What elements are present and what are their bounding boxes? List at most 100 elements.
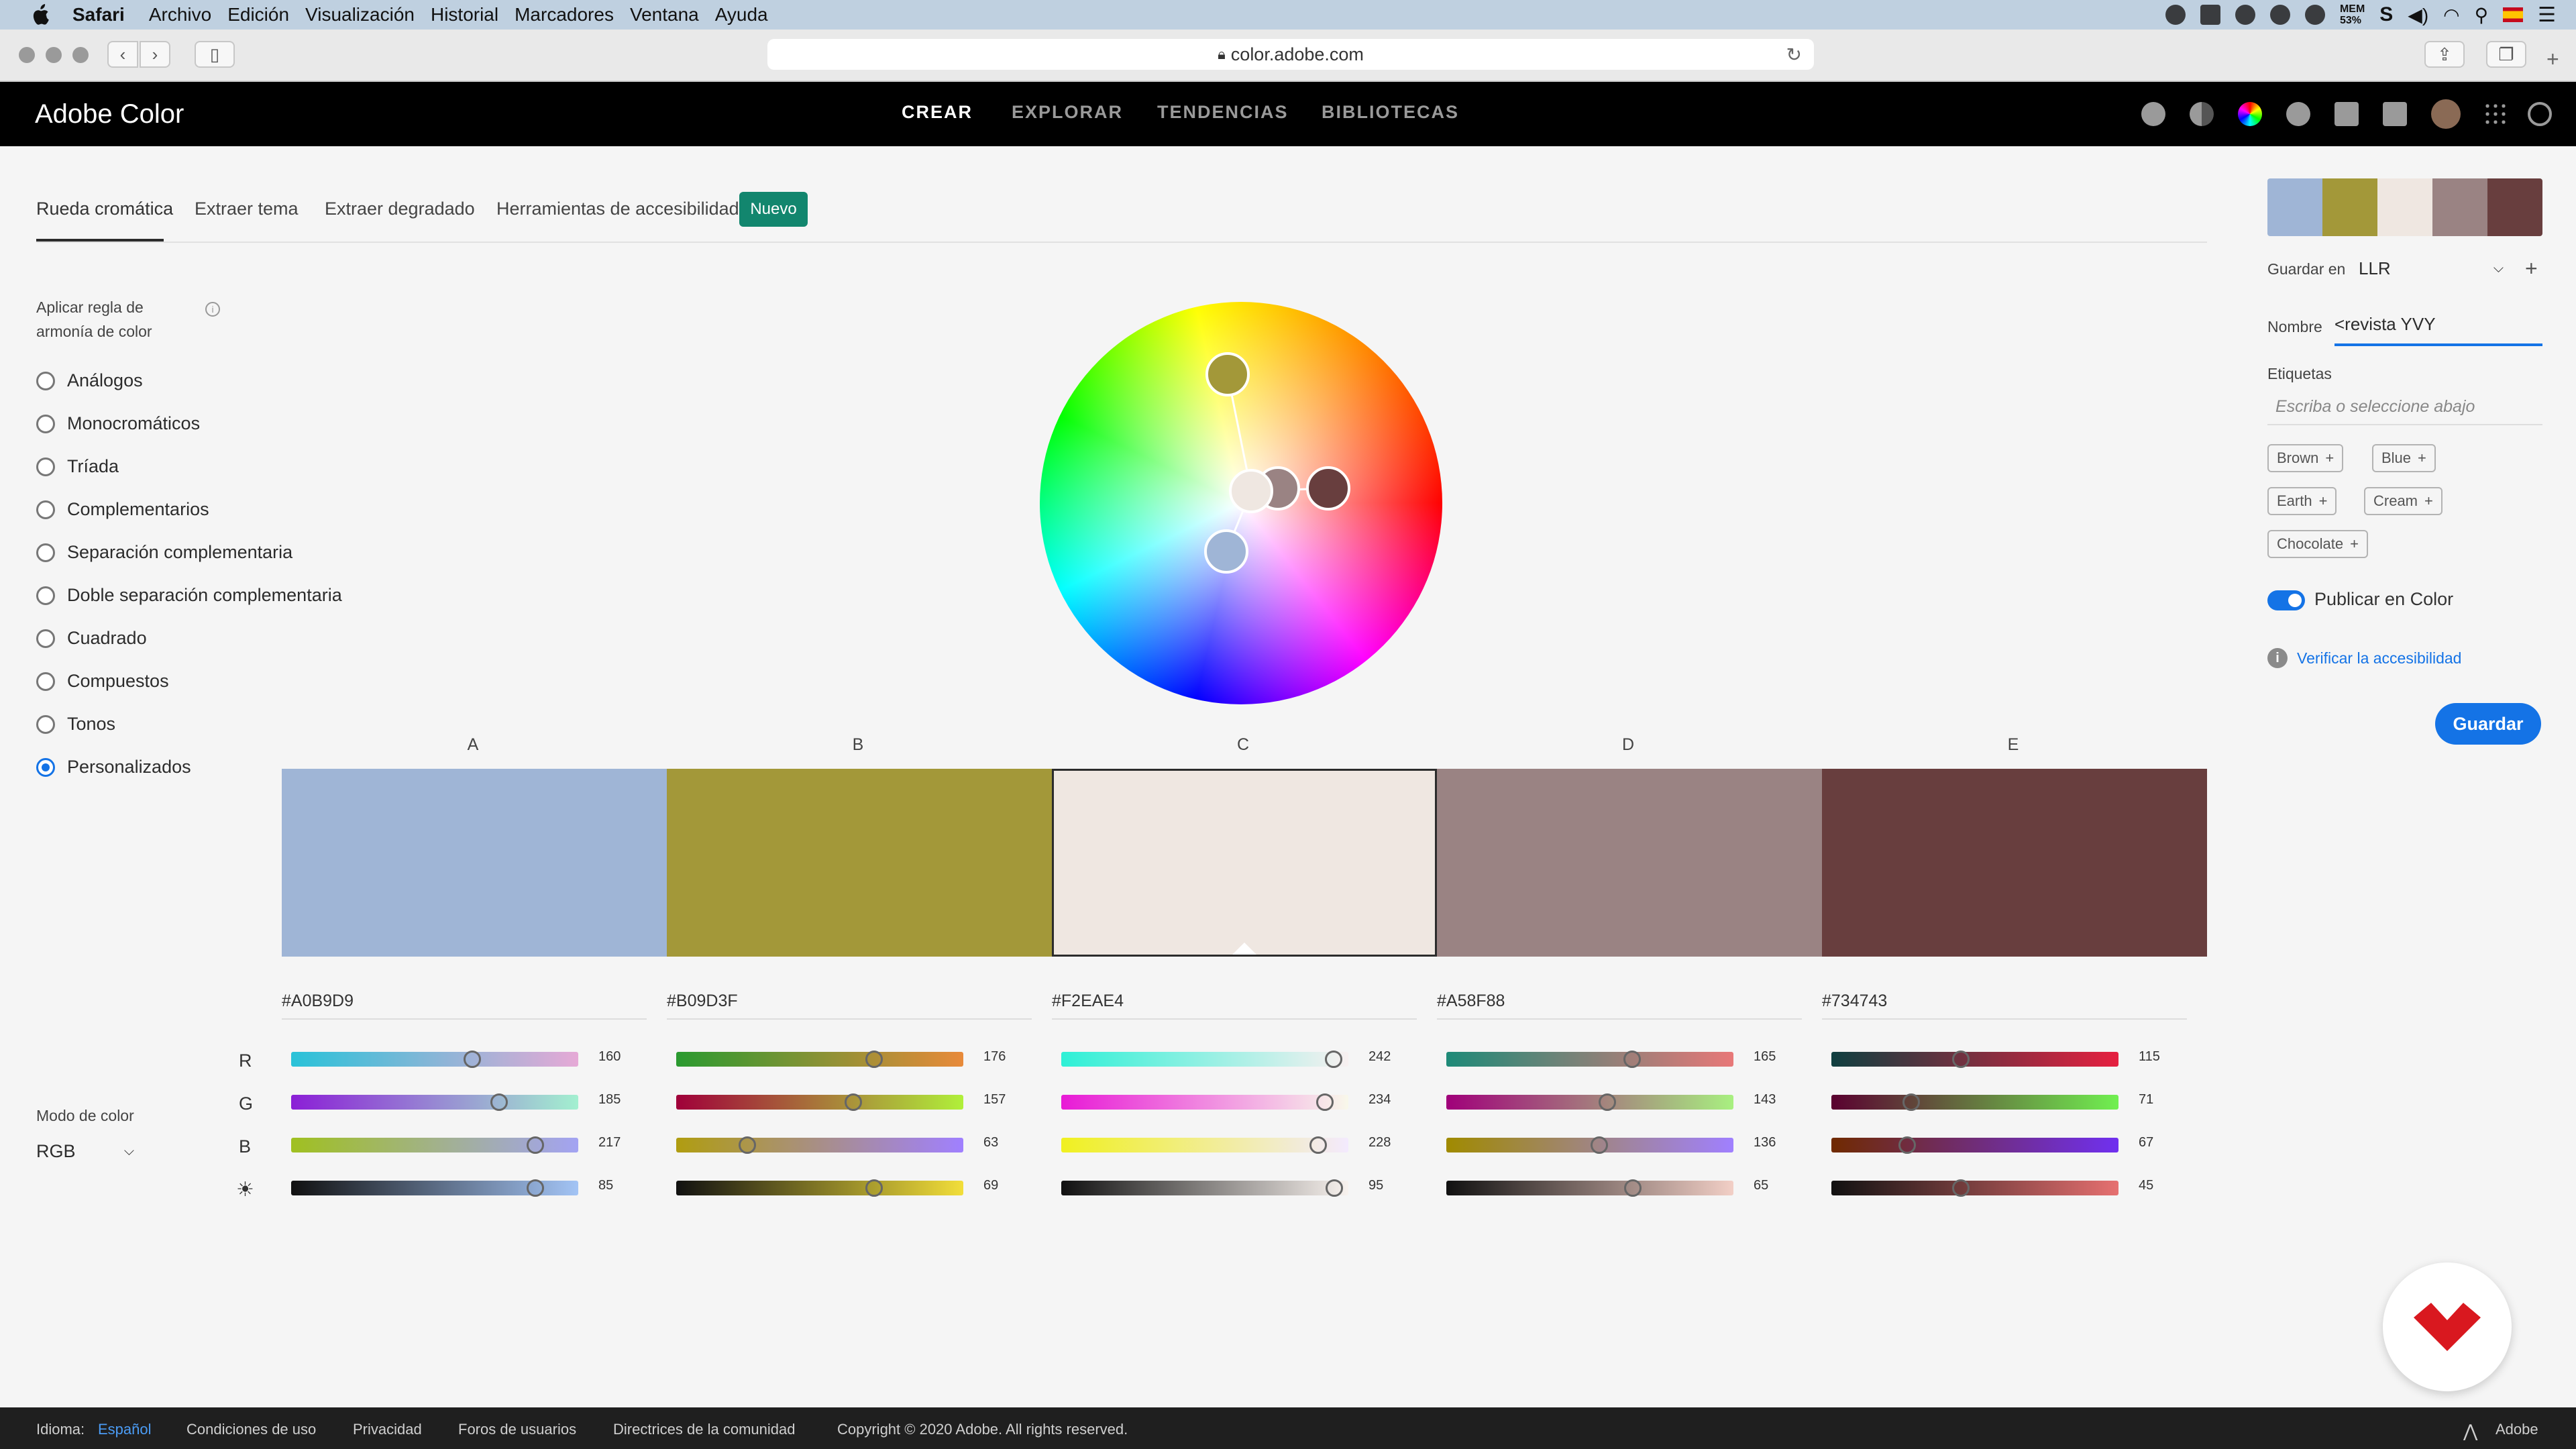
wheel-handle-e[interactable] [1306, 466, 1350, 511]
privacy-link[interactable]: Privacidad [353, 1421, 422, 1438]
channel-value[interactable]: 242 [1368, 1049, 1391, 1065]
window-close-button[interactable] [19, 47, 35, 63]
channel-slider[interactable] [676, 1181, 963, 1195]
tag-chocolate[interactable]: Chocolate + [2267, 530, 2368, 558]
color-wheel[interactable] [1033, 295, 1449, 711]
feedback-icon[interactable] [2334, 102, 2359, 126]
channel-slider[interactable] [1831, 1138, 2118, 1152]
channel-value[interactable]: 160 [598, 1049, 621, 1065]
chat-icon[interactable] [2383, 102, 2407, 126]
channel-value[interactable]: 157 [983, 1092, 1006, 1108]
slider-knob[interactable] [1898, 1136, 1916, 1154]
color-swatch[interactable] [1437, 769, 1822, 957]
slider-knob[interactable] [844, 1093, 862, 1111]
sidebar-toggle-button[interactable]: ▯ [195, 41, 235, 68]
publish-toggle[interactable] [2267, 590, 2305, 610]
tab-extraer-tema[interactable]: Extraer tema [195, 199, 299, 219]
menu-visualizacion[interactable]: Visualización [305, 4, 415, 25]
nav-crear[interactable]: CREAR [902, 102, 973, 123]
harmony-option-label[interactable]: Cuadrado [67, 628, 147, 649]
harmony-radio[interactable] [36, 629, 55, 648]
color-mode-select[interactable]: RGB ⌵ [36, 1138, 134, 1165]
slider-knob[interactable] [463, 1051, 481, 1068]
nav-bibliotecas[interactable]: BIBLIOTECAS [1322, 102, 1459, 123]
volume-icon[interactable]: ◀) [2408, 4, 2428, 26]
dropbox-icon[interactable] [2200, 5, 2220, 25]
wifi-icon[interactable]: ◠ [2443, 4, 2459, 26]
channel-value[interactable]: 185 [598, 1092, 621, 1108]
harmony-option-label[interactable]: Doble separación complementaria [67, 585, 342, 606]
record-icon[interactable] [2165, 5, 2186, 25]
channel-slider[interactable] [291, 1095, 578, 1110]
harmony-radio[interactable] [36, 458, 55, 476]
harmony-option-label[interactable]: Compuestos [67, 671, 169, 692]
channel-value[interactable]: 69 [983, 1178, 998, 1193]
channel-slider[interactable] [676, 1138, 963, 1152]
color-swatch[interactable] [1052, 769, 1437, 957]
harmony-radio[interactable] [36, 758, 55, 777]
channel-value[interactable]: 85 [598, 1178, 613, 1193]
slider-knob[interactable] [1951, 1179, 1970, 1197]
help-icon[interactable] [2286, 102, 2310, 126]
channel-slider[interactable] [676, 1095, 963, 1110]
channel-slider[interactable] [676, 1052, 963, 1067]
tag-earth[interactable]: Earth + [2267, 487, 2337, 515]
slider-knob[interactable] [1623, 1051, 1641, 1068]
slider-knob[interactable] [526, 1179, 544, 1197]
wheel-handle-a[interactable] [1204, 529, 1248, 574]
nav-tendencias[interactable]: TENDENCIAS [1157, 102, 1289, 123]
cloud-upload-icon[interactable] [2269, 5, 2290, 25]
tab-extraer-degradado[interactable]: Extraer degradado [325, 199, 475, 219]
channel-value[interactable]: 165 [1754, 1049, 1776, 1065]
wheel-handle-b[interactable] [1205, 352, 1250, 396]
hex-value[interactable]: #B09D3F [667, 991, 738, 1011]
harmony-option-label[interactable]: Tríada [67, 456, 119, 477]
slider-knob[interactable] [1325, 1051, 1343, 1068]
channel-value[interactable]: 45 [2139, 1178, 2153, 1193]
menu-ventana[interactable]: Ventana [630, 4, 699, 25]
channel-slider[interactable] [291, 1052, 578, 1067]
tags-input[interactable]: Escriba o seleccione abajo [2267, 392, 2542, 425]
channel-value[interactable]: 63 [983, 1135, 998, 1150]
apple-menu-icon[interactable] [27, 4, 54, 25]
menu-ayuda[interactable]: Ayuda [715, 4, 768, 25]
channel-slider[interactable] [1831, 1181, 2118, 1195]
slider-knob[interactable] [1325, 1179, 1343, 1197]
apps-grid-icon[interactable] [2483, 102, 2508, 126]
star-icon[interactable] [2141, 102, 2165, 126]
harmony-radio[interactable] [36, 672, 55, 691]
tag-blue[interactable]: Blue + [2372, 444, 2436, 472]
channel-slider[interactable] [1446, 1138, 1733, 1152]
hex-value[interactable]: #A58F88 [1437, 991, 1505, 1011]
forums-link[interactable]: Foros de usuarios [458, 1421, 576, 1438]
slider-knob[interactable] [1599, 1093, 1617, 1111]
harmony-option-label[interactable]: Personalizados [67, 757, 191, 777]
channel-value[interactable]: 217 [598, 1135, 621, 1150]
harmony-radio[interactable] [36, 715, 55, 734]
channel-slider[interactable] [1061, 1181, 1348, 1195]
channel-value[interactable]: 115 [2139, 1049, 2160, 1065]
menu-app-name[interactable]: Safari [72, 4, 125, 25]
app-brand[interactable]: Adobe Color [35, 99, 184, 129]
channel-slider[interactable] [1061, 1138, 1348, 1152]
notification-center-icon[interactable]: ☰ [2538, 3, 2556, 27]
menu-edicion[interactable]: Edición [227, 4, 289, 25]
harmony-radio[interactable] [36, 415, 55, 433]
user-avatar[interactable] [2431, 99, 2461, 129]
hex-value[interactable]: #F2EAE4 [1052, 991, 1124, 1011]
name-input[interactable]: <revista YVY [2334, 309, 2542, 346]
channel-value[interactable]: 136 [1754, 1135, 1776, 1150]
color-wheel-icon[interactable] [2238, 102, 2262, 126]
channel-value[interactable]: 176 [983, 1049, 1006, 1065]
spanish-flag-icon[interactable] [2503, 7, 2524, 22]
adobe-logo-icon[interactable]: ⋀ [2463, 1421, 2477, 1442]
skype-icon[interactable]: S [2379, 3, 2393, 26]
menu-marcadores[interactable]: Marcadores [515, 4, 614, 25]
harmony-radio[interactable] [36, 500, 55, 519]
wheel-handle-c[interactable] [1229, 469, 1273, 513]
reload-icon[interactable]: ↻ [1786, 44, 1802, 66]
info-icon[interactable]: i [205, 302, 220, 317]
back-button[interactable]: ‹ [107, 41, 138, 68]
channel-value[interactable]: 234 [1368, 1092, 1391, 1108]
memory-indicator[interactable]: MEM 53% [2340, 3, 2365, 26]
